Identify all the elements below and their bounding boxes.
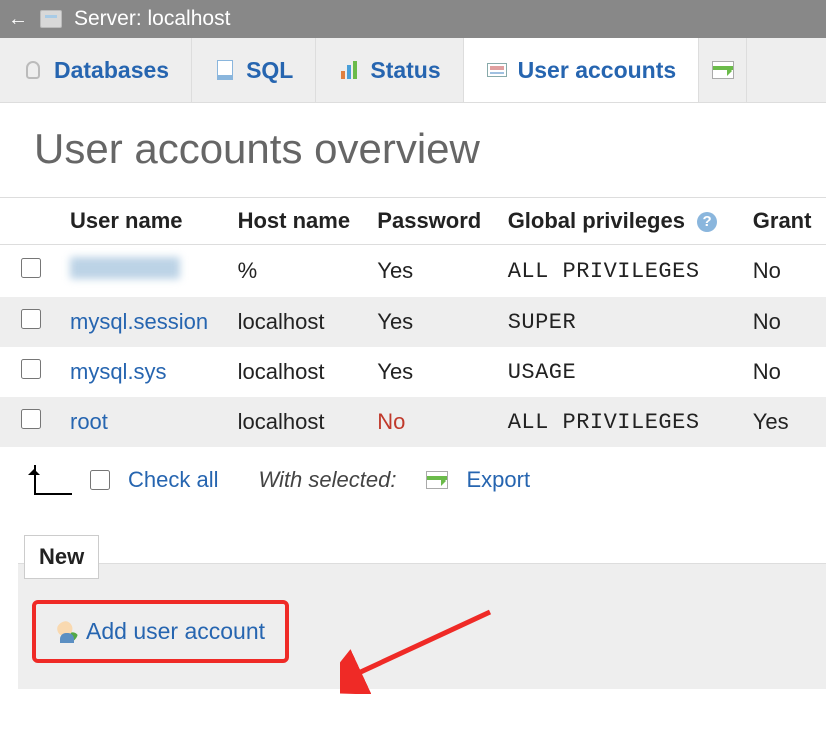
user-link[interactable]: mysql.sys xyxy=(70,359,167,384)
export-link[interactable]: Export xyxy=(466,467,530,493)
tab-sql[interactable]: SQL xyxy=(192,38,316,102)
row-checkbox[interactable] xyxy=(21,258,41,278)
tab-export[interactable] xyxy=(699,38,747,102)
row-checkbox[interactable] xyxy=(21,409,41,429)
select-arrow-icon xyxy=(24,465,72,495)
grant-cell: No xyxy=(745,245,826,298)
new-section: New Add user account xyxy=(18,535,826,689)
table-row: root localhost No ALL PRIVILEGES Yes xyxy=(0,397,826,447)
new-legend: New xyxy=(24,535,99,579)
main-tabs: Databases SQL Status User accounts xyxy=(0,38,826,103)
col-user[interactable]: User name xyxy=(62,198,230,245)
privileges-cell: SUPER xyxy=(500,297,745,347)
col-grant[interactable]: Grant xyxy=(745,198,826,245)
row-checkbox[interactable] xyxy=(21,309,41,329)
privileges-cell: USAGE xyxy=(500,347,745,397)
col-password[interactable]: Password xyxy=(369,198,499,245)
help-icon[interactable]: ? xyxy=(697,212,717,232)
with-selected-label: With selected: xyxy=(258,467,396,493)
server-icon xyxy=(40,10,62,28)
add-user-icon xyxy=(56,621,78,643)
grant-cell: No xyxy=(745,347,826,397)
table-row: mysql.session localhost Yes SUPER No xyxy=(0,297,826,347)
export-icon xyxy=(712,59,734,81)
password-cell: Yes xyxy=(369,245,499,298)
password-cell: No xyxy=(369,397,499,447)
col-privileges[interactable]: Global privileges ? xyxy=(500,198,745,245)
tab-databases[interactable]: Databases xyxy=(0,38,192,102)
database-icon xyxy=(22,59,44,81)
page-title: User accounts overview xyxy=(34,125,826,173)
user-link[interactable]: mysql.session xyxy=(70,309,208,334)
tab-status[interactable]: Status xyxy=(316,38,463,102)
table-row: mysql.sys localhost Yes USAGE No xyxy=(0,347,826,397)
row-checkbox[interactable] xyxy=(21,359,41,379)
privileges-cell: ALL PRIVILEGES xyxy=(500,245,745,298)
tab-label: SQL xyxy=(246,57,293,84)
tab-user-accounts[interactable]: User accounts xyxy=(464,38,700,102)
back-arrow-icon[interactable]: ← xyxy=(8,8,28,31)
password-cell: Yes xyxy=(369,297,499,347)
col-check xyxy=(0,198,62,245)
add-user-button[interactable]: Add user account xyxy=(32,600,289,663)
top-bar: ← Server: localhost xyxy=(0,0,826,38)
tab-label: User accounts xyxy=(518,57,677,84)
tab-label: Status xyxy=(370,57,440,84)
check-all-checkbox[interactable] xyxy=(90,470,110,490)
bulk-actions: Check all With selected: Export xyxy=(0,447,826,513)
host-cell: localhost xyxy=(230,397,370,447)
status-icon xyxy=(338,59,360,81)
host-cell: localhost xyxy=(230,347,370,397)
user-name-blurred xyxy=(70,257,180,279)
user-link[interactable]: root xyxy=(70,409,108,434)
col-privileges-label: Global privileges xyxy=(508,208,685,233)
grant-cell: Yes xyxy=(745,397,826,447)
password-cell: Yes xyxy=(369,347,499,397)
col-host[interactable]: Host name xyxy=(230,198,370,245)
tab-label: Databases xyxy=(54,57,169,84)
grant-cell: No xyxy=(745,297,826,347)
check-all-link[interactable]: Check all xyxy=(128,467,218,493)
users-icon xyxy=(486,59,508,81)
user-accounts-table: User name Host name Password Global priv… xyxy=(0,197,826,447)
server-label[interactable]: Server: localhost xyxy=(74,7,230,31)
privileges-cell: ALL PRIVILEGES xyxy=(500,397,745,447)
host-cell: % xyxy=(230,245,370,298)
export-icon xyxy=(426,471,448,489)
table-row: % Yes ALL PRIVILEGES No xyxy=(0,245,826,298)
sql-icon xyxy=(214,59,236,81)
host-cell: localhost xyxy=(230,297,370,347)
add-user-label: Add user account xyxy=(86,618,265,645)
